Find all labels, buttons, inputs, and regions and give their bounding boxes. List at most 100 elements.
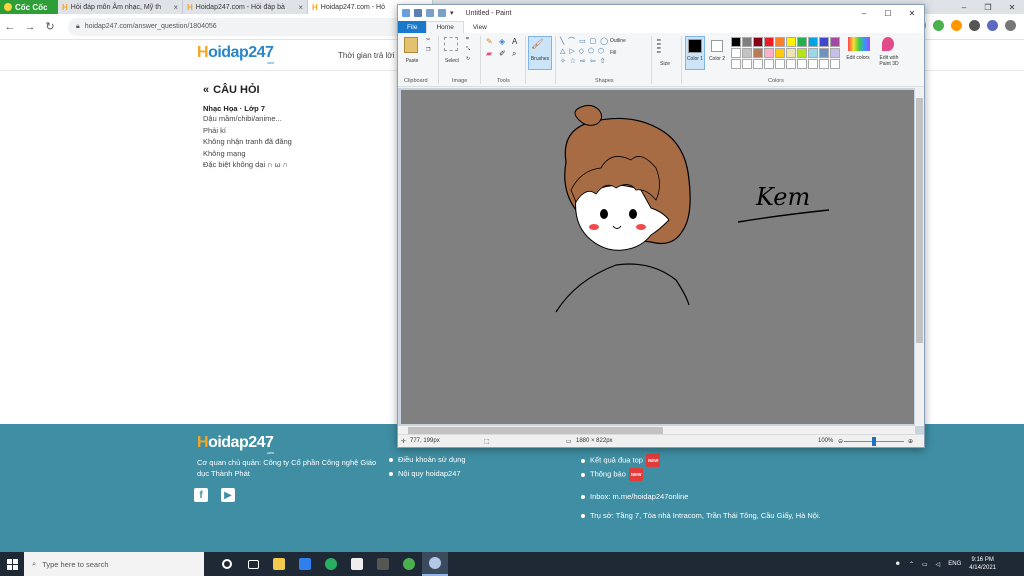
cortana-icon[interactable]: [214, 552, 240, 576]
store-icon[interactable]: [344, 552, 370, 576]
start-button[interactable]: [0, 552, 24, 576]
forward-icon[interactable]: →: [20, 17, 40, 37]
reload-icon[interactable]: ↻: [40, 17, 60, 37]
taskbar-search[interactable]: ⌕ Type here to search: [24, 552, 204, 576]
minimize-icon[interactable]: –: [852, 5, 876, 21]
taskbar-clock[interactable]: 9:16 PM 4/14/2021: [969, 556, 996, 572]
youtube-icon[interactable]: ▶: [221, 488, 235, 502]
size-label[interactable]: Size: [657, 61, 673, 67]
vertical-scroll-thumb[interactable]: [916, 98, 923, 343]
palette-swatch[interactable]: [731, 48, 741, 58]
palette-swatch[interactable]: [764, 37, 774, 47]
horizontal-scroll-thumb[interactable]: [408, 427, 663, 434]
zoom-slider[interactable]: [844, 437, 904, 446]
palette-swatch[interactable]: [797, 59, 807, 69]
coccoc-taskbar-icon[interactable]: [396, 552, 422, 576]
footer-link[interactable]: Nội quy hoidap247: [389, 468, 461, 479]
palette-swatch[interactable]: [764, 48, 774, 58]
magnifier-icon[interactable]: ⌕: [512, 49, 516, 59]
puzzle-icon[interactable]: [969, 20, 980, 31]
palette-swatch[interactable]: [808, 37, 818, 47]
edge-icon[interactable]: [318, 552, 344, 576]
palette-swatch[interactable]: [742, 59, 752, 69]
edit-colors-label[interactable]: Edit colors: [843, 55, 873, 61]
palette-swatch[interactable]: [731, 59, 741, 69]
outline-button[interactable]: Outline: [610, 38, 626, 44]
drawing-canvas[interactable]: Kem: [401, 90, 914, 424]
back-icon[interactable]: ←: [0, 17, 20, 37]
extension-icon[interactable]: [933, 20, 944, 31]
footer-link[interactable]: Điều khoản sử dụng: [389, 454, 466, 465]
extension-icon[interactable]: [951, 20, 962, 31]
footer-inbox[interactable]: Inbox: m.me/hoidap247online: [581, 491, 688, 502]
footer-link[interactable]: Kết quả đua top NEW: [581, 454, 661, 467]
text-icon[interactable]: A: [512, 37, 517, 46]
select-label[interactable]: Select: [440, 58, 464, 64]
vertical-scrollbar[interactable]: [915, 88, 924, 426]
palette-swatch[interactable]: [753, 48, 763, 58]
task-view-icon[interactable]: [240, 552, 266, 576]
zoom-out-icon[interactable]: ⊖: [838, 438, 843, 445]
minimize-icon[interactable]: –: [952, 0, 976, 14]
save-icon[interactable]: [414, 9, 422, 17]
palette-swatch[interactable]: [764, 59, 774, 69]
site-logo[interactable]: Hoidap247 .com: [197, 44, 274, 65]
palette-swatch[interactable]: [742, 48, 752, 58]
chevron-up-icon[interactable]: ⌃: [909, 561, 914, 568]
palette-swatch[interactable]: [753, 37, 763, 47]
palette-swatch[interactable]: [786, 37, 796, 47]
resize-icon[interactable]: ⤡: [466, 46, 470, 52]
palette-swatch[interactable]: [742, 37, 752, 47]
select-icon[interactable]: [444, 37, 458, 51]
volume-icon[interactable]: ◁: [936, 561, 941, 568]
palette-swatch[interactable]: [775, 37, 785, 47]
shapes-gallery[interactable]: ╲ ⌒ ▭ ▢ ◯ △ ▷ ◇ ⬠ ⬡ ✧ ☆ ⇨ ⇦ ⇧: [560, 37, 609, 67]
language-indicator[interactable]: ENG: [948, 561, 961, 567]
eraser-icon[interactable]: ▰: [486, 49, 492, 58]
network-icon[interactable]: ▭: [922, 561, 928, 568]
maximize-icon[interactable]: ☐: [876, 5, 900, 21]
palette-swatch[interactable]: [819, 37, 829, 47]
palette-swatch[interactable]: [753, 59, 763, 69]
color2-swatch[interactable]: [711, 40, 723, 52]
palette-swatch[interactable]: [775, 48, 785, 58]
edit-paint3d-label[interactable]: Edit with Paint 3D: [874, 55, 904, 67]
copy-icon[interactable]: ❐: [426, 47, 430, 53]
rotate-icon[interactable]: ↻: [466, 56, 470, 62]
palette-swatch[interactable]: [819, 48, 829, 58]
browser-logo[interactable]: Cốc Cốc: [0, 0, 58, 14]
undo-icon[interactable]: [426, 9, 434, 17]
profile-icon[interactable]: [987, 20, 998, 31]
browser-tab[interactable]: H Hoidap247.com - Hỏi đáp bà ×: [183, 0, 308, 14]
paste-label[interactable]: Paste: [400, 58, 424, 64]
fill-bucket-icon[interactable]: ◈: [499, 37, 505, 46]
fill-button[interactable]: Fill: [610, 50, 616, 56]
palette-swatch[interactable]: [786, 59, 796, 69]
tab-file[interactable]: File: [398, 21, 427, 33]
close-tab-icon[interactable]: ×: [298, 3, 303, 12]
cut-icon[interactable]: ✂: [426, 37, 430, 43]
palette-swatch[interactable]: [775, 59, 785, 69]
facebook-icon[interactable]: f: [194, 488, 208, 502]
zoom-slider-knob[interactable]: [872, 437, 876, 446]
close-tab-icon[interactable]: ×: [173, 3, 178, 12]
browser-tab[interactable]: H Hỏi đáp môn Âm nhạc, Mỹ th ×: [58, 0, 183, 14]
palette-swatch[interactable]: [830, 59, 840, 69]
paste-icon[interactable]: [404, 37, 418, 53]
close-icon[interactable]: ✕: [1000, 0, 1024, 14]
tab-view[interactable]: View: [464, 21, 496, 33]
palette-swatch[interactable]: [808, 59, 818, 69]
palette-swatch[interactable]: [786, 48, 796, 58]
redo-icon[interactable]: [438, 9, 446, 17]
pencil-icon[interactable]: ✎: [486, 37, 493, 46]
tab-home[interactable]: Home: [426, 21, 464, 33]
palette-swatch[interactable]: [830, 37, 840, 47]
palette-swatch[interactable]: [797, 37, 807, 47]
footer-logo[interactable]: Hoidap247 .com: [197, 434, 274, 455]
color-picker-icon[interactable]: ✐: [499, 49, 506, 58]
palette-swatch[interactable]: [830, 48, 840, 58]
mail-icon[interactable]: [292, 552, 318, 576]
palette-swatch[interactable]: [731, 37, 741, 47]
paint-taskbar-icon[interactable]: [422, 552, 448, 576]
zoom-in-icon[interactable]: ⊕: [908, 438, 913, 445]
